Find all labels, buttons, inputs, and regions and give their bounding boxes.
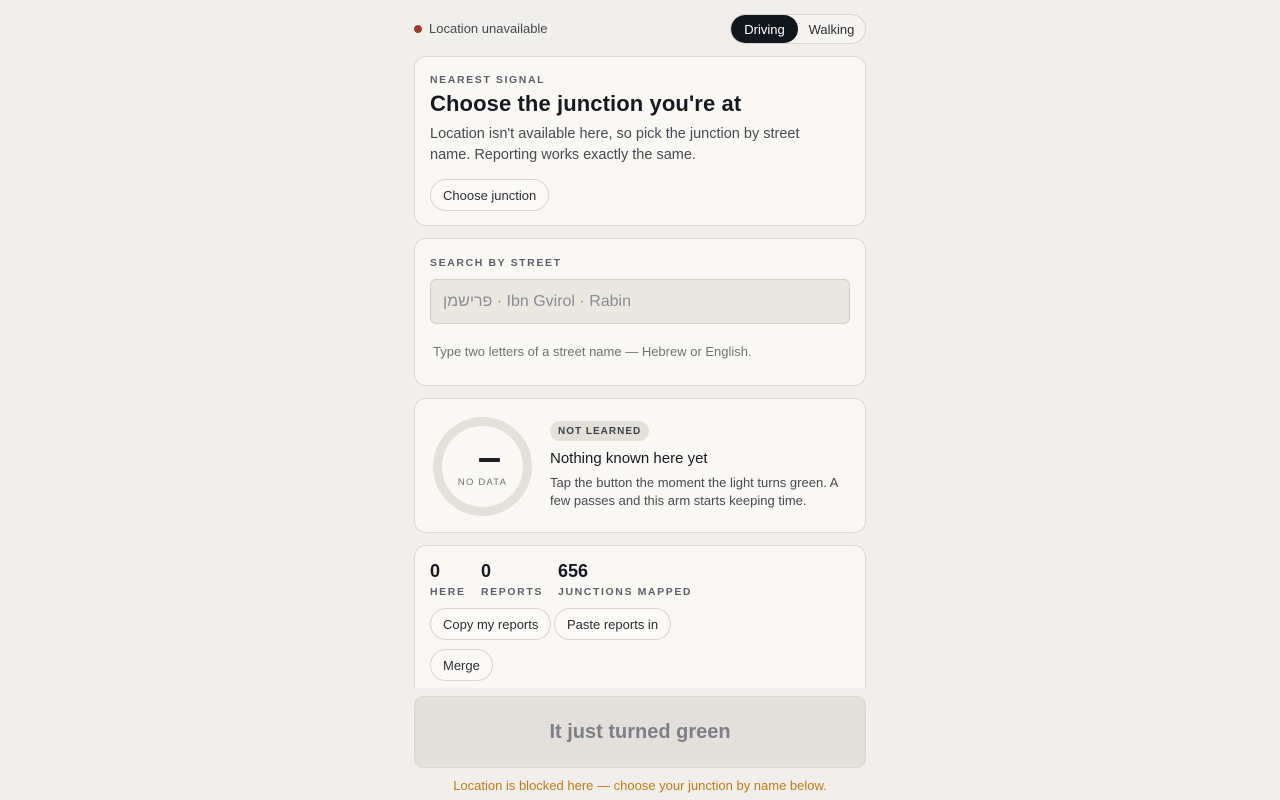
mode-driving-button[interactable]: Driving <box>731 15 798 43</box>
top-bar: Location unavailable Driving Walking <box>414 14 866 44</box>
ring-label: No data <box>457 477 508 488</box>
stat-reports: 0 Reports <box>481 561 543 598</box>
nearest-signal-description: Location isn't available here, so pick t… <box>430 126 800 163</box>
street-search-input[interactable] <box>430 279 850 324</box>
bottom-action-area: It just turned green Location is blocked… <box>414 688 866 800</box>
copy-reports-button[interactable]: Copy my reports <box>430 608 552 640</box>
search-card: Search by street Type two letters of a s… <box>414 238 866 386</box>
ring-empty-value <box>479 458 500 462</box>
mode-walking-button[interactable]: Walking <box>798 15 865 43</box>
nearest-signal-eyebrow: Nearest signal <box>430 74 546 86</box>
stat-here-label: Here <box>430 586 466 598</box>
turned-green-button[interactable]: It just turned green <box>414 696 866 768</box>
nearest-signal-title: Choose the junction you're at <box>430 91 742 116</box>
signal-status-description: Tap the button the moment the light turn… <box>550 475 838 508</box>
travel-mode-toggle: Driving Walking <box>730 14 866 44</box>
location-status: Location unavailable <box>414 21 548 36</box>
stat-here-value: 0 <box>430 561 441 581</box>
location-blocked-warning: Location is blocked here — choose your j… <box>453 778 827 793</box>
app-column: Location unavailable Driving Walking Nea… <box>414 0 866 800</box>
paste-reports-button[interactable]: Paste reports in <box>554 608 672 640</box>
location-status-text: Location unavailable <box>429 21 548 36</box>
stat-here: 0 Here <box>430 561 466 598</box>
search-eyebrow: Search by street <box>430 257 562 269</box>
signal-status-title: Nothing known here yet <box>550 450 708 467</box>
stats-card: 0 Here 0 Reports 656 Junctions mapped Co… <box>414 545 866 705</box>
choose-junction-button[interactable]: Choose junction <box>430 179 550 211</box>
stat-junctions-label: Junctions mapped <box>558 586 693 598</box>
stat-junctions: 656 Junctions mapped <box>558 561 692 598</box>
stat-reports-label: Reports <box>481 586 543 598</box>
learning-status-badge: Not learned <box>550 421 650 441</box>
timing-ring: No data <box>433 417 532 516</box>
merge-button[interactable]: Merge <box>430 649 493 681</box>
search-hint: Type two letters of a street name — Hebr… <box>433 344 752 359</box>
stat-reports-value: 0 <box>481 561 492 581</box>
nearest-signal-card: Nearest signal Choose the junction you'r… <box>414 56 866 226</box>
signal-status-card: No data Not learned Nothing known here y… <box>414 398 866 533</box>
status-dot-icon <box>414 24 422 33</box>
stat-junctions-value: 656 <box>558 561 589 581</box>
